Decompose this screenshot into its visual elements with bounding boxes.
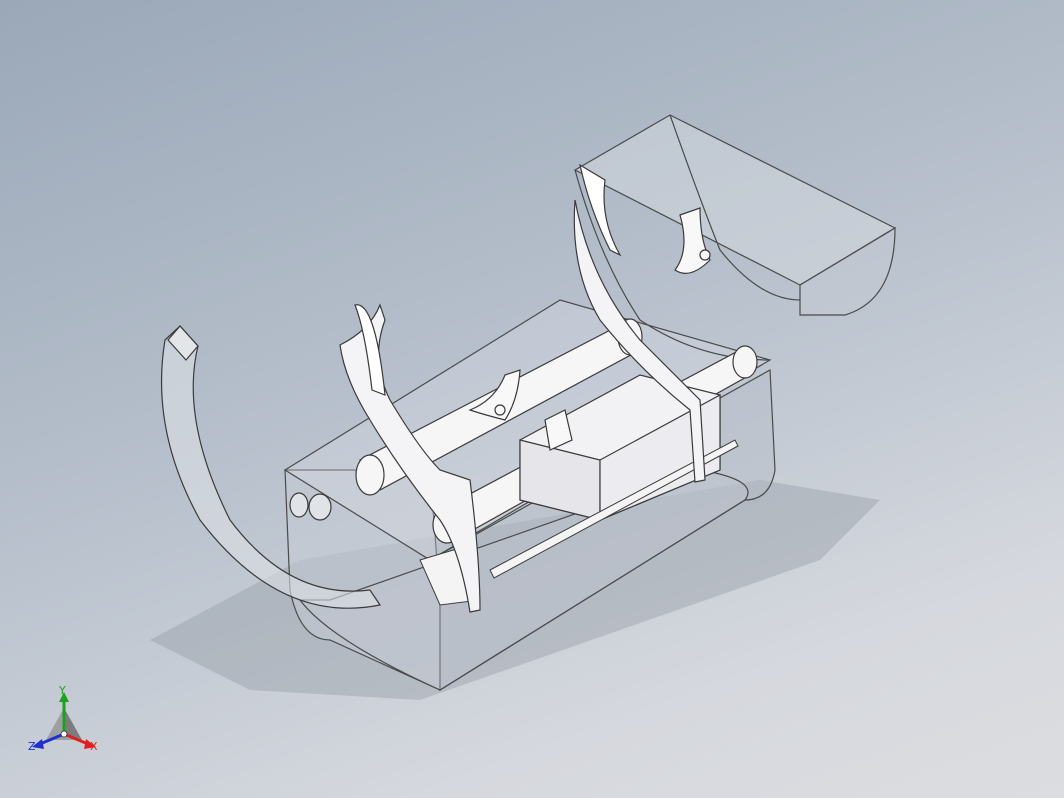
x-axis-label: X [90, 740, 98, 753]
cad-model-viewport[interactable] [0, 0, 1064, 798]
triad-origin [60, 730, 68, 738]
z-axis-label: Z [28, 740, 36, 753]
orientation-triad[interactable]: Y X Z [24, 684, 108, 760]
y-axis-label: Y [58, 684, 66, 697]
